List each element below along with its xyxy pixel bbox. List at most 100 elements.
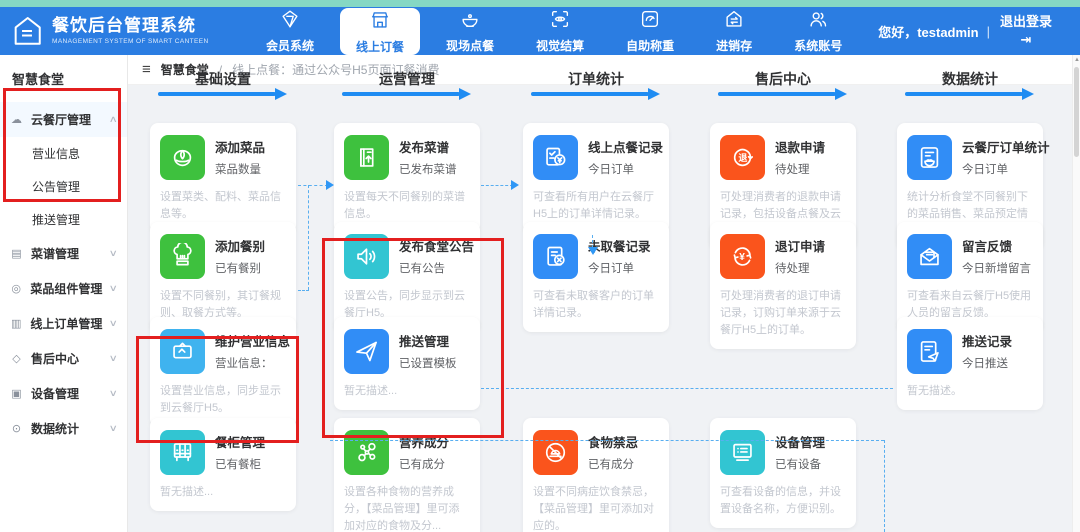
nav-item-label: 现场点餐 bbox=[446, 39, 495, 53]
sidebar-subitem-business-info[interactable]: 营业信息 bbox=[0, 137, 127, 170]
vision-scan-icon bbox=[549, 8, 571, 35]
card-title: 推送管理 bbox=[399, 335, 450, 349]
card-title: 发布食堂公告 bbox=[399, 240, 475, 254]
doc-cross-icon bbox=[533, 234, 578, 279]
nav-item-system-account[interactable]: 系统账号 bbox=[778, 7, 858, 55]
column-header-arrow-icon bbox=[158, 88, 287, 100]
svg-text:¥: ¥ bbox=[739, 252, 745, 263]
nav-item-label: 系统账号 bbox=[794, 39, 843, 53]
nav-item-label: 会员系统 bbox=[266, 39, 315, 53]
app-logo: 餐饮后台管理系统 MANAGEMENT SYSTEM OF SMART CANT… bbox=[0, 7, 250, 55]
nav-item-online-ordering[interactable]: 线上订餐 bbox=[340, 8, 421, 55]
card-device-management[interactable]: 设备管理 已有设备 可查看设备的信息，并设置设备名称，方便识别。 bbox=[710, 418, 856, 529]
card-description: 暂无描述。 bbox=[907, 385, 962, 397]
sidebar-item-menu-management[interactable]: ▤ 菜谱管理 ∨ bbox=[0, 236, 127, 271]
warehouse-arrows-icon bbox=[723, 8, 745, 35]
paper-plane-icon bbox=[344, 329, 389, 374]
card-description: 可查看未取餐客户的订单详情记录。 bbox=[533, 290, 654, 320]
app-subtitle: MANAGEMENT SYSTEM OF SMART CANTEEN bbox=[52, 37, 209, 45]
cabinet-icon bbox=[160, 430, 205, 475]
card-stat: 已有成分 bbox=[399, 459, 445, 471]
sidebar-item-online-orders[interactable]: ▥ 线上订单管理 ∨ bbox=[0, 306, 127, 341]
scrollbar-thumb[interactable] bbox=[1074, 67, 1079, 157]
connector-line bbox=[308, 185, 309, 290]
card-title: 推送记录 bbox=[962, 335, 1013, 349]
card-stat: 菜品数量 bbox=[215, 164, 261, 176]
doc-plane-icon bbox=[907, 329, 952, 374]
card-cabinet-management[interactable]: 餐柜管理 已有餐柜 暂无描述... bbox=[150, 418, 296, 512]
connector-line bbox=[298, 290, 309, 291]
card-add-dish[interactable]: 添加菜品 菜品数量 设置菜类、配料、菜品信息等。 bbox=[150, 123, 296, 234]
card-title: 添加餐别 bbox=[215, 240, 266, 254]
sidebar-item-dish-components[interactable]: ◎ 菜品组件管理 ∨ bbox=[0, 271, 127, 306]
card-stat: 待处理 bbox=[775, 164, 810, 176]
card-publish-announcement[interactable]: 发布食堂公告 已有公告 设置公告，同步显示到云餐厅H5。 bbox=[334, 222, 480, 333]
mail-open-icon bbox=[907, 234, 952, 279]
vertical-scrollbar[interactable]: ▲ bbox=[1072, 55, 1080, 532]
card-description: 暂无描述... bbox=[344, 385, 398, 397]
nav-item-label: 进销存 bbox=[716, 39, 753, 53]
column-header-basic-settings: 基础设置 bbox=[195, 71, 251, 87]
card-add-meal-type[interactable]: 添加餐别 已有餐别 设置不同餐别，其订餐规则、取餐方式等。 bbox=[150, 222, 296, 333]
chevron-down-icon: ∨ bbox=[109, 353, 119, 363]
card-stat: 待处理 bbox=[775, 263, 810, 275]
card-publish-menu[interactable]: 发布菜谱 已发布菜谱 设置每天不同餐别的菜谱信息。 bbox=[334, 123, 480, 234]
card-unsubscribe-requests[interactable]: ¥ 退订申请 待处理 可处理消费者的退订申请记录，订购订单来源于云餐厅H5上的订单。 bbox=[710, 222, 856, 350]
card-title: 设备管理 bbox=[775, 436, 826, 450]
nav-item-vision-checkout[interactable]: 视觉结算 bbox=[520, 7, 600, 55]
card-nutrition[interactable]: 营养成分已有成分设置各种食物的营养成分，【菜品管理】里可添加对应的食物及分... bbox=[334, 418, 480, 532]
card-stat: 已有餐柜 bbox=[215, 459, 261, 471]
nav-item-self-weighing[interactable]: 自助称重 bbox=[610, 7, 690, 55]
column-header-operations: 运营管理 bbox=[379, 71, 435, 87]
column-header-arrow-icon bbox=[342, 88, 471, 100]
nav-item-onsite-ordering[interactable]: 现场点餐 bbox=[430, 7, 510, 55]
sidebar-subitem-announcement[interactable]: 公告管理 bbox=[0, 170, 127, 203]
logout-button[interactable]: 退出登录 ⇥ bbox=[998, 13, 1054, 49]
sidebar-item-devices[interactable]: ▣ 设备管理 ∨ bbox=[0, 376, 127, 411]
card-maintain-business-info[interactable]: 维护营业信息 营业信息： 设置营业信息，同步显示到云餐厅H5。 bbox=[150, 317, 296, 428]
sidebar-subitem-push[interactable]: 推送管理 bbox=[0, 203, 127, 236]
speaker-icon bbox=[344, 234, 389, 279]
refund-icon: 退 bbox=[720, 135, 765, 180]
users-icon bbox=[807, 8, 829, 35]
card-stat: 今日订单 bbox=[588, 263, 634, 275]
column-header-order-stats: 订单统计 bbox=[568, 71, 624, 87]
card-title: 添加菜品 bbox=[215, 141, 266, 155]
diamond-icon: ◇ bbox=[12, 353, 21, 365]
card-stat: 营业信息： bbox=[215, 358, 273, 370]
connector-line bbox=[481, 185, 513, 186]
doc-dish-icon bbox=[907, 135, 952, 180]
card-feedback[interactable]: 留言反馈 今日新增留言 可查看来自云餐厅H5使用人员的留言反馈。 bbox=[897, 222, 1043, 333]
card-description: 可查看设备的信息，并设置设备名称，方便识别。 bbox=[720, 486, 841, 516]
sidebar-item-cloud-restaurant[interactable]: ☁ 云餐厅管理 ∧ bbox=[0, 102, 127, 137]
content-shell: 智慧食堂 ☁ 云餐厅管理 ∧ 营业信息 公告管理 推送管理 ▤ 菜谱管理 ∨ ◎ 菜品组件管理 ∨ ▥ 线… bbox=[0, 55, 1080, 532]
sidebar-item-label: 线上订单管理 bbox=[30, 317, 103, 331]
nav-item-member-system[interactable]: 会员系统 bbox=[250, 7, 330, 55]
card-stat: 已设置模板 bbox=[399, 358, 457, 370]
card-online-order-records[interactable]: 线上点餐记录 今日订单 可查看所有用户在云餐厅H5上的订单详情记录。 bbox=[523, 123, 669, 234]
no-food-icon bbox=[533, 430, 578, 475]
card-food-taboo[interactable]: 食物禁忌 已有成分 设置不同病症饮食禁忌，【菜品管理】里可添加对应的。 bbox=[523, 418, 669, 532]
logout-icon: ⇥ bbox=[1020, 32, 1032, 47]
sidebar-item-label: 菜谱管理 bbox=[31, 247, 80, 261]
dish-icon bbox=[459, 8, 481, 35]
card-description: 设置各种食物的营养成分，【菜品管理】里可添加对应的食物及分... bbox=[344, 486, 460, 532]
nav-item-inventory[interactable]: 进销存 bbox=[700, 7, 768, 55]
card-push-management[interactable]: 推送管理已设置模板暂无描述... bbox=[334, 317, 480, 411]
column-header-after-sales-center: 售后中心 bbox=[755, 71, 811, 87]
card-description: 暂无描述... bbox=[160, 486, 214, 498]
column-header-arrow-icon bbox=[718, 88, 847, 100]
card-title: 营养成分 bbox=[399, 436, 450, 450]
main-area: ≡ 智慧食堂 / 线上点餐：通过公众号H5页面订餐消费 基础设置 添加菜品 菜品数量… bbox=[128, 55, 1080, 532]
column-header-data-statistics: 数据统计 bbox=[942, 71, 998, 87]
connector-arrow-down-icon bbox=[588, 247, 598, 255]
scrollbar-up-arrow-icon[interactable]: ▲ bbox=[1073, 55, 1080, 65]
card-push-records[interactable]: 推送记录 今日推送 暂无描述。 bbox=[897, 317, 1043, 411]
sidebar-item-data-stats[interactable]: ⊙ 数据统计 ∨ bbox=[0, 411, 127, 446]
card-title: 退订申请 bbox=[775, 240, 826, 254]
book-up-icon bbox=[344, 135, 389, 180]
connector-line bbox=[298, 185, 328, 186]
card-unclaimed-records[interactable]: 未取餐记录 今日订单 可查看未取餐客户的订单详情记录。 bbox=[523, 222, 669, 333]
card-title: 食物禁忌 bbox=[588, 436, 639, 450]
sidebar-item-after-sales[interactable]: ◇ 售后中心 ∨ bbox=[0, 341, 127, 376]
